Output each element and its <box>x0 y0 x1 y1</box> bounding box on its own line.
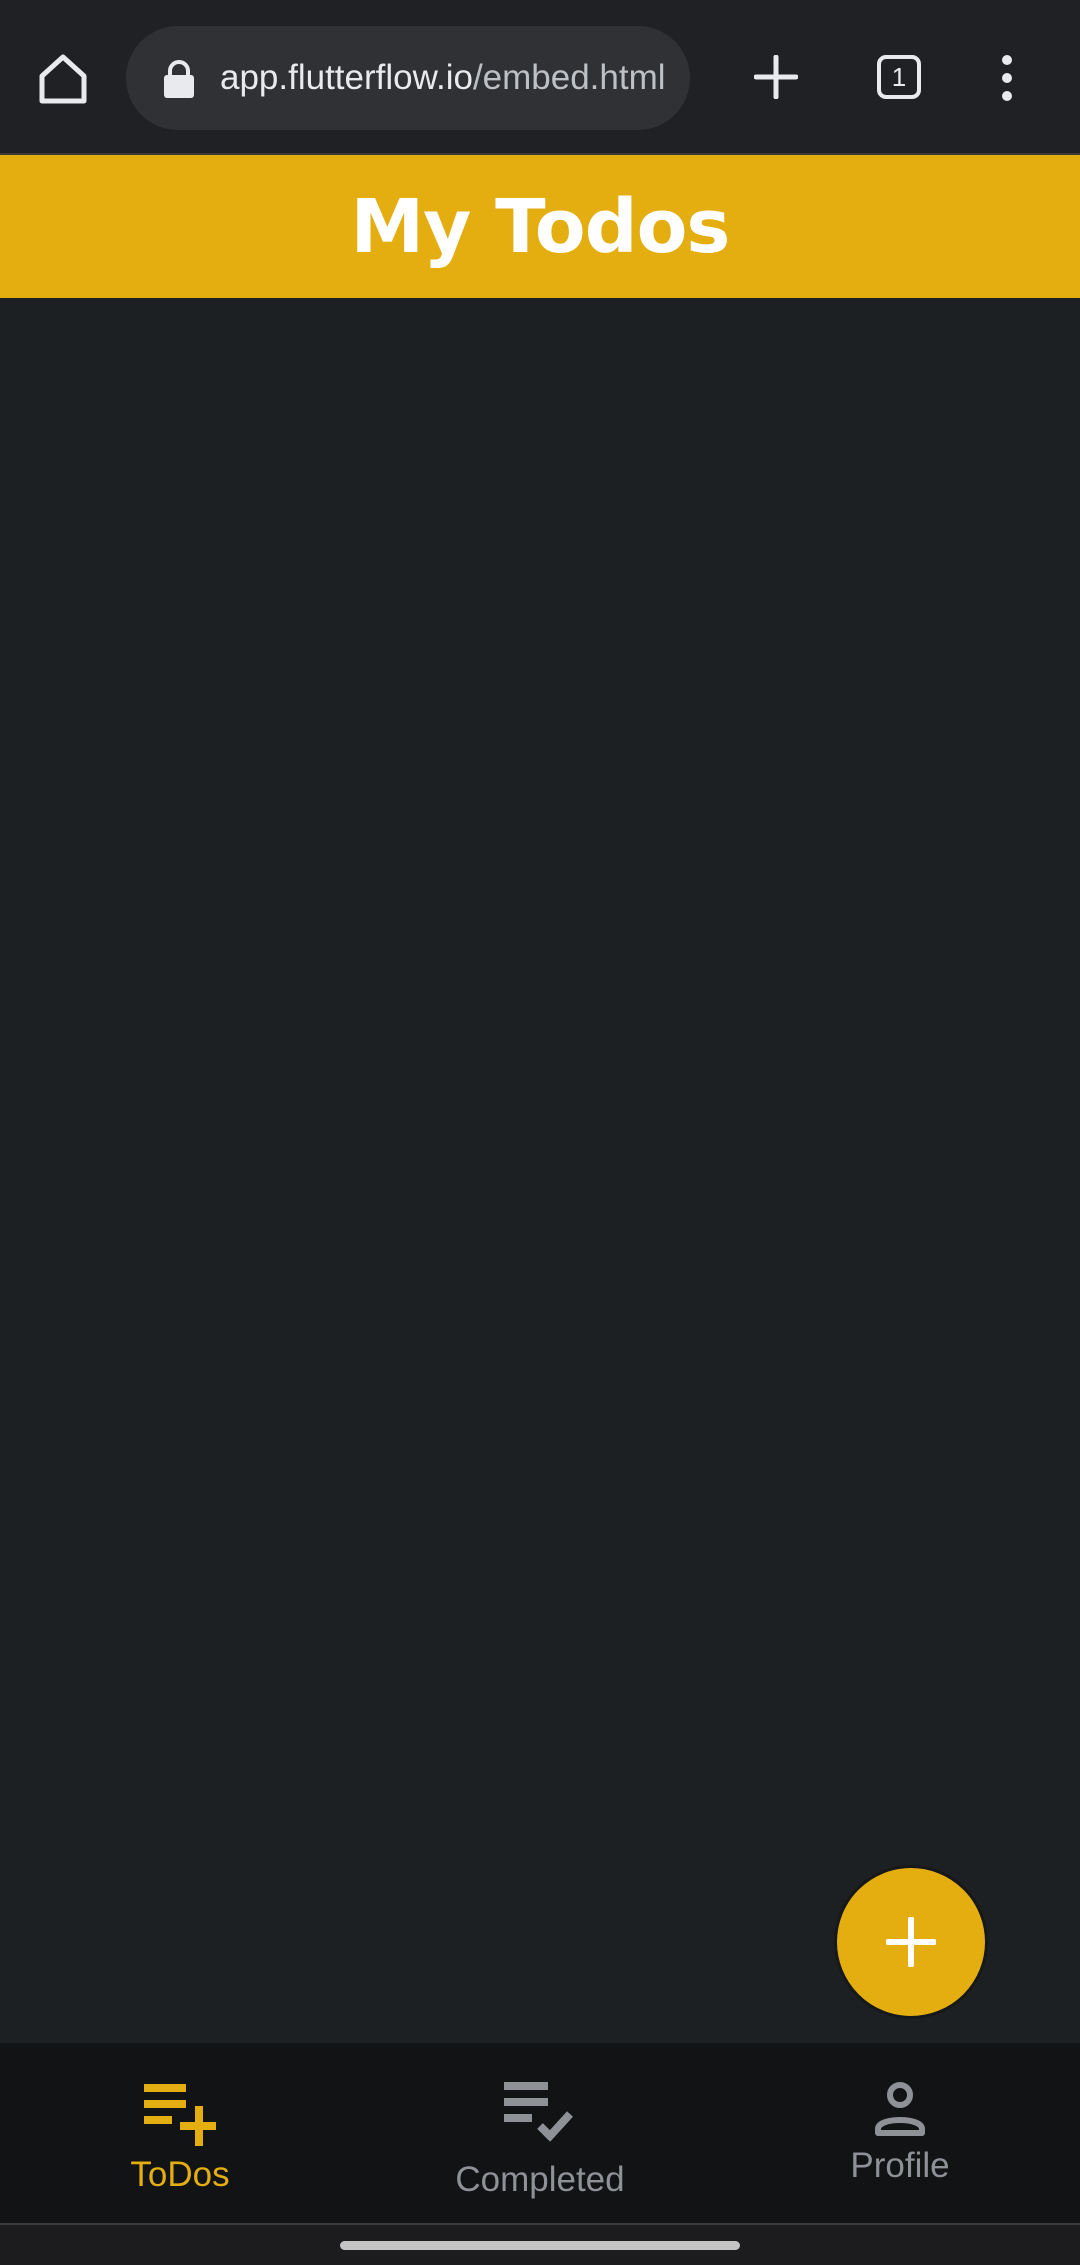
app-bar: My Todos <box>0 153 1080 298</box>
lock-icon <box>164 60 194 98</box>
new-tab-icon[interactable] <box>754 55 798 99</box>
plus-icon <box>886 1917 936 1967</box>
tab-switcher-button[interactable]: 1 <box>877 55 921 99</box>
system-navigation-bar <box>0 2223 1080 2265</box>
more-options-icon[interactable] <box>990 54 1024 102</box>
url-text: app.flutterflow.io/embed.html <box>220 26 666 130</box>
add-todo-button[interactable] <box>834 1865 988 2019</box>
nav-label-profile: Profile <box>850 2146 950 2185</box>
page-title: My Todos <box>350 183 731 270</box>
nav-label-completed: Completed <box>455 2160 625 2199</box>
home-icon[interactable] <box>36 52 90 106</box>
playlist-add-icon <box>144 2084 216 2146</box>
bottom-navigation: ToDos Completed Profile <box>0 2043 1080 2223</box>
gesture-handle[interactable] <box>340 2241 740 2250</box>
url-domain: app.flutterflow.io <box>220 58 473 97</box>
nav-item-profile[interactable]: Profile <box>720 2043 1080 2223</box>
url-path: /embed.html <box>472 58 666 97</box>
nav-item-todos[interactable]: ToDos <box>0 2043 360 2223</box>
person-outline-icon <box>875 2082 925 2136</box>
todo-list <box>0 298 1080 2043</box>
nav-item-completed[interactable]: Completed <box>360 2043 720 2223</box>
nav-label-todos: ToDos <box>130 2155 230 2194</box>
address-bar[interactable]: app.flutterflow.io/embed.html <box>126 26 690 130</box>
playlist-add-check-icon <box>504 2082 573 2142</box>
browser-toolbar: app.flutterflow.io/embed.html 1 <box>0 0 1080 153</box>
